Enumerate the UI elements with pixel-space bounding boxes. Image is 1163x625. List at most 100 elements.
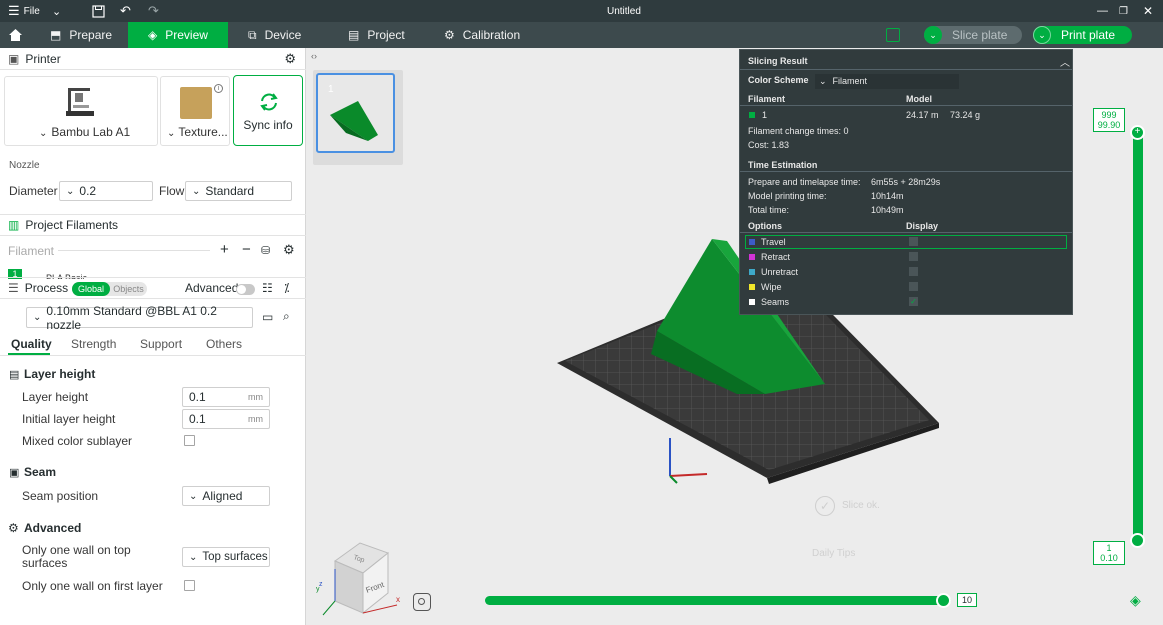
divider bbox=[740, 232, 1072, 233]
chevron-down-icon[interactable]: ⌄ bbox=[924, 26, 942, 44]
plate-list-icon[interactable] bbox=[886, 28, 900, 42]
info-icon[interactable]: i bbox=[214, 84, 223, 93]
file-menu[interactable]: ☰ File bbox=[8, 0, 40, 22]
filament-sync-icon[interactable]: ⛁ bbox=[261, 244, 270, 257]
vertical-layer-slider[interactable] bbox=[1133, 130, 1143, 542]
tab-prepare[interactable]: ⬒ Prepare bbox=[30, 22, 128, 48]
plate-type-select[interactable]: ⌄ Texture... bbox=[167, 125, 228, 139]
retract-swatch bbox=[749, 254, 755, 260]
layer-top-thumb[interactable]: + bbox=[1130, 125, 1145, 140]
redo-icon[interactable]: ↷ bbox=[148, 0, 159, 22]
collapse-sidebar-icon[interactable]: ‹› bbox=[311, 51, 317, 61]
print-plate-button[interactable]: ⌄ Print plate bbox=[1033, 26, 1132, 44]
list-icon[interactable]: ☷ bbox=[262, 281, 273, 295]
mixed-color-checkbox[interactable] bbox=[184, 435, 195, 446]
layer-bottom-thumb[interactable] bbox=[1130, 533, 1145, 548]
printer-model-label: Bambu Lab A1 bbox=[51, 125, 131, 139]
layer-top-readout: 999 99.90 bbox=[1093, 108, 1125, 132]
save-preset-icon[interactable]: ▭ bbox=[262, 310, 273, 324]
layer-top-height: 99.90 bbox=[1097, 120, 1121, 130]
home-icon[interactable] bbox=[0, 22, 31, 48]
unretract-label: Unretract bbox=[761, 267, 799, 277]
horizontal-slider-thumb[interactable] bbox=[936, 593, 951, 608]
option-row-travel[interactable] bbox=[745, 235, 1067, 249]
global-option[interactable]: Global bbox=[72, 282, 110, 296]
compare-icon[interactable]: ⁒ bbox=[284, 281, 289, 295]
horizontal-move-slider[interactable] bbox=[485, 596, 951, 605]
printer-model-select[interactable]: ⌄ Bambu Lab A1 bbox=[39, 125, 130, 139]
filament-icon: ▥ bbox=[8, 218, 20, 232]
slice-plate-button[interactable]: ⌄ Slice plate bbox=[924, 26, 1022, 44]
minimize-icon[interactable]: — bbox=[1097, 0, 1108, 22]
add-icon[interactable]: + bbox=[220, 241, 229, 258]
maximize-icon[interactable]: ❐ bbox=[1119, 0, 1128, 22]
seams-display-checkbox[interactable]: ✓ bbox=[909, 297, 918, 306]
tab-label: Prepare bbox=[69, 28, 113, 42]
printer-title: Printer bbox=[25, 51, 61, 66]
fit-view-icon[interactable] bbox=[413, 593, 431, 611]
wipe-display-checkbox[interactable] bbox=[909, 282, 918, 291]
tab-preview[interactable]: ◈ Preview bbox=[128, 22, 228, 48]
tab-support[interactable]: Support bbox=[140, 337, 182, 351]
horizontal-slider-value: 10 bbox=[957, 593, 977, 607]
seam-position-select[interactable]: ⌄ Aligned bbox=[182, 486, 270, 506]
layer-bottom-number: 1 bbox=[1106, 543, 1112, 553]
layers-icon[interactable]: ◈ bbox=[1130, 592, 1141, 609]
gear-icon[interactable]: ⚙ bbox=[284, 51, 296, 67]
filaments-header: ▥ Project Filaments bbox=[0, 214, 306, 236]
layer-height-label: Layer height bbox=[22, 390, 89, 404]
advanced-toggle[interactable] bbox=[236, 284, 255, 295]
unretract-display-checkbox[interactable] bbox=[909, 267, 918, 276]
close-icon[interactable]: ✕ bbox=[1143, 0, 1153, 22]
options-heading: Options bbox=[748, 221, 782, 231]
tab-strength[interactable]: Strength bbox=[71, 337, 116, 351]
filament-weight: 73.24 g bbox=[950, 110, 981, 120]
objects-option[interactable]: Objects bbox=[110, 282, 147, 296]
tab-device[interactable]: ⧉ Device bbox=[228, 22, 328, 48]
layer-height-input[interactable]: 0.1 mm bbox=[182, 387, 270, 407]
remove-icon[interactable]: − bbox=[242, 241, 251, 258]
plate-thumbnail[interactable]: 1 bbox=[316, 73, 395, 153]
calibration-icon: ⚙ bbox=[444, 28, 455, 42]
initial-layer-height-input[interactable]: 0.1 mm bbox=[182, 409, 270, 429]
flow-value: Standard bbox=[205, 184, 255, 198]
sync-info-button[interactable]: Sync info bbox=[233, 75, 303, 146]
filament-number: 1 bbox=[762, 110, 768, 120]
flow-label: Flow bbox=[159, 184, 185, 198]
prepare-icon: ⬒ bbox=[50, 28, 62, 42]
printer-card[interactable]: ⌄ Bambu Lab A1 bbox=[4, 76, 158, 146]
one-wall-first-checkbox[interactable] bbox=[184, 580, 195, 591]
flow-select[interactable]: ⌄ Standard bbox=[185, 181, 292, 201]
plate-type-label: Texture... bbox=[178, 125, 228, 139]
view-cube[interactable]: Front Top bbox=[315, 541, 405, 621]
unit-label: mm bbox=[248, 414, 263, 424]
color-scheme-select[interactable]: ⌄ Filament bbox=[815, 74, 959, 89]
tab-quality[interactable]: Quality bbox=[11, 337, 52, 351]
chevron-down-icon[interactable]: ⌄ bbox=[52, 0, 61, 22]
axis-y-label: y bbox=[316, 586, 320, 593]
process-preset-select[interactable]: ⌄ 0.10mm Standard @BBL A1 0.2 nozzle bbox=[26, 304, 253, 332]
save-icon[interactable] bbox=[92, 0, 105, 22]
global-objects-toggle[interactable]: Global Objects bbox=[72, 282, 147, 296]
undo-icon[interactable]: ↶ bbox=[120, 0, 131, 22]
advanced-group-icon: ⚙ bbox=[8, 521, 19, 535]
seam-group-icon: ▣ bbox=[9, 467, 20, 479]
tab-others[interactable]: Others bbox=[206, 337, 242, 351]
gear-icon[interactable]: ⚙ bbox=[283, 242, 295, 258]
divider bbox=[58, 250, 210, 251]
retract-display-checkbox[interactable] bbox=[909, 252, 918, 261]
search-icon[interactable]: ⌕ bbox=[283, 309, 290, 324]
tab-project[interactable]: ▤ Project bbox=[328, 22, 424, 48]
one-wall-top-select[interactable]: ⌄ Top surfaces bbox=[182, 547, 270, 567]
collapse-icon[interactable]: ︿ bbox=[1060, 54, 1070, 69]
cost: Cost: 1.83 bbox=[748, 140, 790, 150]
travel-display-checkbox[interactable] bbox=[909, 237, 918, 246]
filament-column: Filament bbox=[748, 94, 786, 104]
textured-plate-icon bbox=[180, 87, 212, 119]
plate-type-card[interactable]: i ⌄ Texture... bbox=[160, 76, 230, 146]
seams-label: Seams bbox=[761, 297, 790, 307]
diameter-select[interactable]: ⌄ 0.2 bbox=[59, 181, 153, 201]
filament-swatch bbox=[749, 112, 755, 118]
tab-calibration[interactable]: ⚙ Calibration bbox=[424, 22, 534, 48]
chevron-down-icon[interactable]: ⌄ bbox=[1033, 26, 1051, 44]
